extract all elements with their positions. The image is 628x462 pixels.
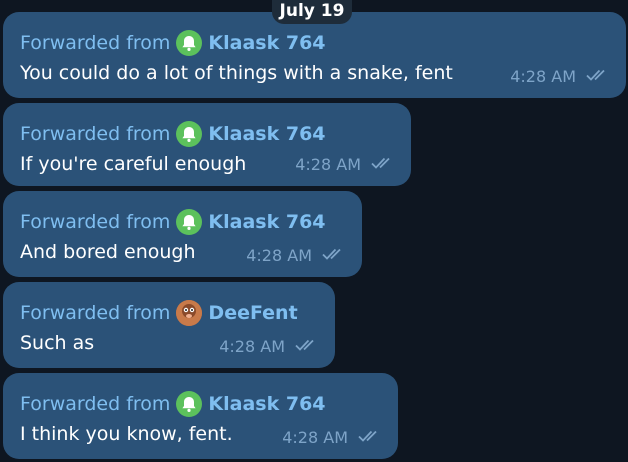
- forwarded-from-label: Forwarded from: [20, 123, 171, 145]
- forward-sender-name[interactable]: Klaask 764: [208, 392, 325, 416]
- message-bubble[interactable]: Forwarded from Klaask 764 You could do a…: [3, 12, 626, 98]
- message-meta: 4:28 AM: [246, 247, 346, 265]
- forward-header[interactable]: Forwarded from DeeFent: [20, 300, 298, 326]
- green-bell-avatar-icon[interactable]: [176, 30, 203, 56]
- message-text: I think you know, fent.: [20, 423, 233, 445]
- message-time: 4:28 AM: [295, 155, 361, 174]
- message-text: You could do a lot of things with a snak…: [20, 62, 453, 84]
- forward-header[interactable]: Forwarded from Klaask 764: [20, 209, 326, 235]
- message-meta: 4:28 AM: [219, 338, 319, 356]
- date-separator: July 19: [272, 0, 352, 24]
- message-text: And bored enough: [20, 241, 196, 263]
- message-time: 4:28 AM: [246, 246, 312, 265]
- profile-photo-avatar-icon[interactable]: [176, 300, 203, 326]
- forwarded-from-label: Forwarded from: [20, 32, 171, 54]
- forwarded-from-label: Forwarded from: [20, 211, 171, 233]
- chat-view: Forwarded from Klaask 764 You could do a…: [0, 0, 628, 462]
- message-meta: 4:28 AM: [282, 429, 382, 447]
- green-bell-avatar-icon[interactable]: [176, 391, 203, 417]
- forwarded-from-label: Forwarded from: [20, 393, 171, 415]
- forward-sender-name[interactable]: Klaask 764: [208, 31, 325, 55]
- message-bubble[interactable]: Forwarded from Klaask 764 And bored enou…: [3, 191, 362, 277]
- double-check-icon: [295, 338, 319, 356]
- message-time: 4:28 AM: [282, 428, 348, 447]
- double-check-icon: [371, 156, 395, 174]
- forward-header[interactable]: Forwarded from Klaask 764: [20, 391, 326, 417]
- message-bubble[interactable]: Forwarded from Klaask 764 I think you kn…: [3, 373, 398, 459]
- message-text: If you're careful enough: [20, 153, 247, 175]
- forwarded-from-label: Forwarded from: [20, 302, 171, 324]
- green-bell-avatar-icon[interactable]: [176, 209, 203, 235]
- message-meta: 4:28 AM: [295, 156, 395, 174]
- green-bell-avatar-icon[interactable]: [176, 121, 203, 147]
- message-time: 4:28 AM: [219, 337, 285, 356]
- forward-sender-name[interactable]: Klaask 764: [208, 122, 325, 146]
- forward-sender-name[interactable]: DeeFent: [208, 301, 297, 325]
- message-bubble[interactable]: Forwarded from Klaask 764 If you're care…: [3, 103, 411, 186]
- message-meta: 4:28 AM: [510, 68, 610, 86]
- double-check-icon: [358, 429, 382, 447]
- forward-sender-name[interactable]: Klaask 764: [208, 210, 325, 234]
- forward-header[interactable]: Forwarded from Klaask 764: [20, 30, 326, 56]
- double-check-icon: [322, 247, 346, 265]
- forward-header[interactable]: Forwarded from Klaask 764: [20, 121, 326, 147]
- message-bubble[interactable]: Forwarded from DeeFent Such as 4:28 AM: [3, 282, 335, 368]
- double-check-icon: [586, 68, 610, 86]
- message-time: 4:28 AM: [510, 67, 576, 86]
- message-text: Such as: [20, 332, 95, 354]
